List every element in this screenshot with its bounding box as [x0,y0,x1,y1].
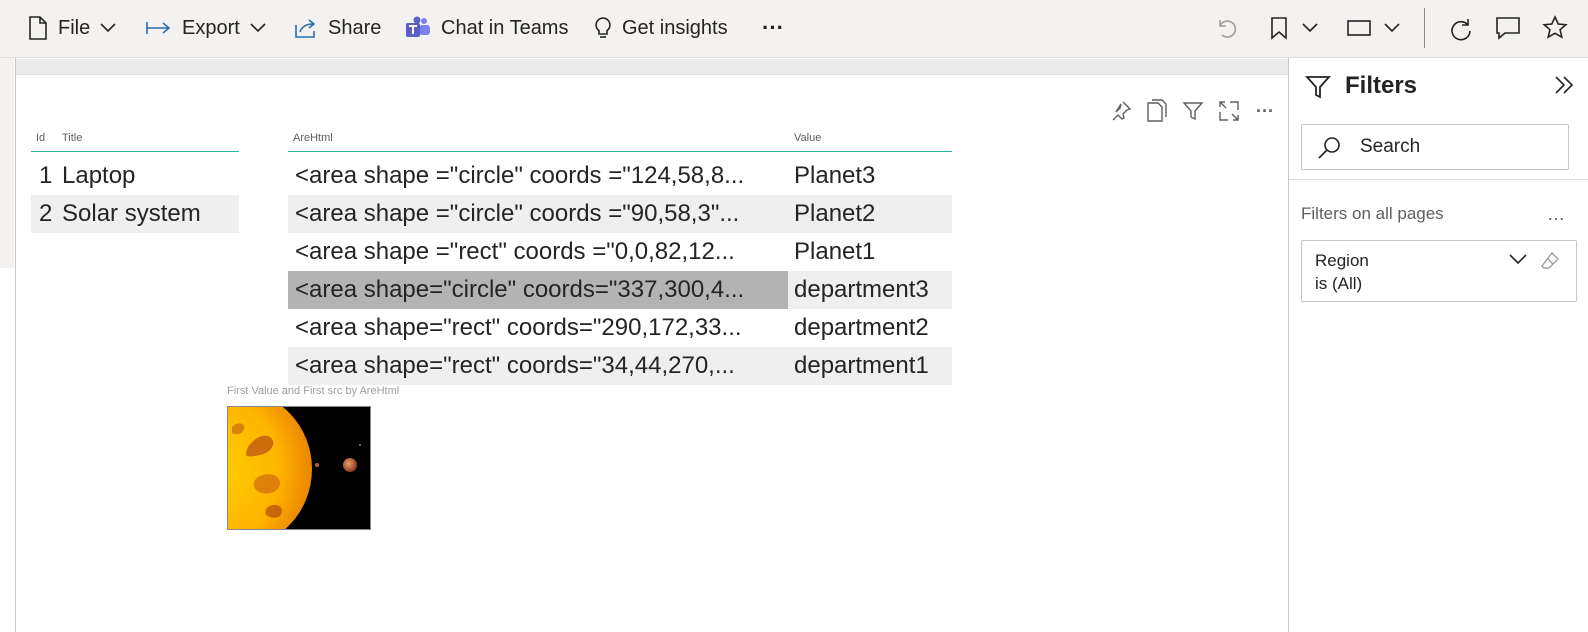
report-window: File Export Share Chat in Teams Get insi… [0,0,1588,632]
collapse-pane-icon[interactable] [1553,74,1575,96]
arehtml-cell: <area shape ="rect" coords ="0,0,82,12..… [295,238,735,265]
filter-icon [1305,76,1331,99]
chevron-down-icon [1302,23,1318,33]
filter-field-value: is (All) [1315,274,1363,293]
column-header-arehtml[interactable]: AreHtml [293,132,333,144]
export-arrow-icon [146,22,171,34]
comment-icon [1496,17,1520,40]
table-row[interactable]: <area shape ="rect" coords ="0,0,82,12..… [288,233,952,271]
export-label: Export [182,16,240,39]
column-header-id[interactable]: Id [36,132,45,144]
file-icon [29,16,47,40]
canvas-top-strip [16,59,1288,75]
value-cell: Planet1 [794,238,876,265]
value-cell: Planet2 [794,200,876,227]
file-menu-button[interactable]: File [28,0,116,56]
table-row[interactable]: 1 Laptop [31,157,239,195]
table-row[interactable]: <area shape="rect" coords="290,172,33...… [288,309,952,347]
pin-visual-button[interactable] [1108,98,1134,124]
filters-pane-title: Filters [1345,72,1418,99]
region-filter-card[interactable]: Region is (All) [1301,240,1577,302]
title-cell: Solar system [62,200,201,227]
table-row-selected[interactable]: <area shape="circle" coords="337,300,4..… [288,271,952,309]
id-cell: 2 [39,200,53,227]
share-label: Share [328,16,382,39]
section-more-options[interactable]: … [1547,204,1566,225]
solar-system-picture [228,407,370,529]
share-icon [295,19,316,38]
share-button[interactable]: Share [294,0,381,56]
arehtml-cell: <area shape ="circle" coords ="124,58,8.… [295,162,745,189]
pin-icon [1112,101,1132,121]
copy-visual-button[interactable] [1144,98,1170,124]
comment-button[interactable] [1495,0,1521,56]
value-cell: Planet3 [794,162,876,189]
view-menu-button[interactable] [1346,0,1400,56]
visual-filter-button[interactable] [1180,98,1206,124]
chevron-down-icon [100,23,116,33]
insights-label: Get insights [622,16,728,39]
teams-icon [406,16,430,37]
top-toolbar: File Export Share Chat in Teams Get insi… [0,0,1588,58]
title-cell: Laptop [62,162,136,189]
search-placeholder: Search [1360,136,1421,157]
lightbulb-icon [595,17,611,38]
bookmark-menu-button[interactable] [1270,0,1318,56]
table-row[interactable]: 2 Solar system [31,195,239,233]
value-cell: department2 [794,314,929,341]
arehtml-cell: <area shape ="circle" coords ="90,58,3".… [295,200,740,227]
value-cell: department1 [794,352,929,379]
column-header-title[interactable]: Title [62,132,82,144]
eraser-icon[interactable] [1540,251,1560,271]
id-cell: 1 [39,162,53,189]
chevron-down-icon [1384,23,1400,33]
table2-header: AreHtml Value [288,130,952,152]
copy-icon [1147,99,1167,122]
undo-icon [1219,20,1237,38]
bookmark-icon [1271,17,1287,40]
visual-more-options-button[interactable]: ··· [1252,98,1278,124]
filter-icon [1182,102,1204,121]
get-insights-button[interactable]: Get insights [594,0,728,56]
expand-icon [1219,101,1239,121]
table1-header: Id Title [31,130,239,152]
left-collapsed-tab[interactable] [0,58,14,268]
file-label: File [58,16,91,39]
filters-pane: Filters Search Filters on all pages … Re… [1288,58,1588,632]
favorite-button[interactable] [1542,0,1568,56]
star-icon [1542,15,1568,39]
column-header-value[interactable]: Value [794,132,821,144]
table-row[interactable]: <area shape="rect" coords="34,44,270,...… [288,347,952,385]
table-row[interactable]: <area shape ="circle" coords ="90,58,3".… [288,195,952,233]
solar-system-image[interactable] [227,406,371,530]
table-row[interactable]: <area shape ="circle" coords ="124,58,8.… [288,157,952,195]
filter-search-input[interactable]: Search [1301,124,1569,170]
pane-divider [1289,179,1588,180]
more-options-button[interactable]: ··· [762,0,784,56]
refresh-icon [1451,19,1471,41]
chat-in-teams-button[interactable]: Chat in Teams [405,0,568,56]
arehtml-cell: <area shape="rect" coords="34,44,270,... [295,352,735,379]
refresh-button[interactable] [1448,0,1474,56]
image-visual-title: First Value and First src by AreHtml [227,385,400,397]
focus-mode-button[interactable] [1216,98,1242,124]
filters-on-all-pages-label: Filters on all pages [1301,204,1444,223]
value-cell: department3 [794,276,929,303]
arehtml-cell: <area shape="circle" coords="337,300,4..… [288,271,788,309]
filter-field-name: Region [1315,251,1369,270]
undo-button[interactable] [1214,0,1238,56]
search-icon [1318,137,1340,159]
toolbar-divider [1424,8,1425,48]
teams-label: Chat in Teams [441,16,569,39]
chevron-down-icon [250,23,266,33]
view-rectangle-icon [1347,20,1371,36]
arehtml-cell: <area shape="rect" coords="290,172,33... [295,314,742,341]
export-menu-button[interactable]: Export [146,0,266,56]
chevron-down-icon[interactable] [1508,253,1528,265]
